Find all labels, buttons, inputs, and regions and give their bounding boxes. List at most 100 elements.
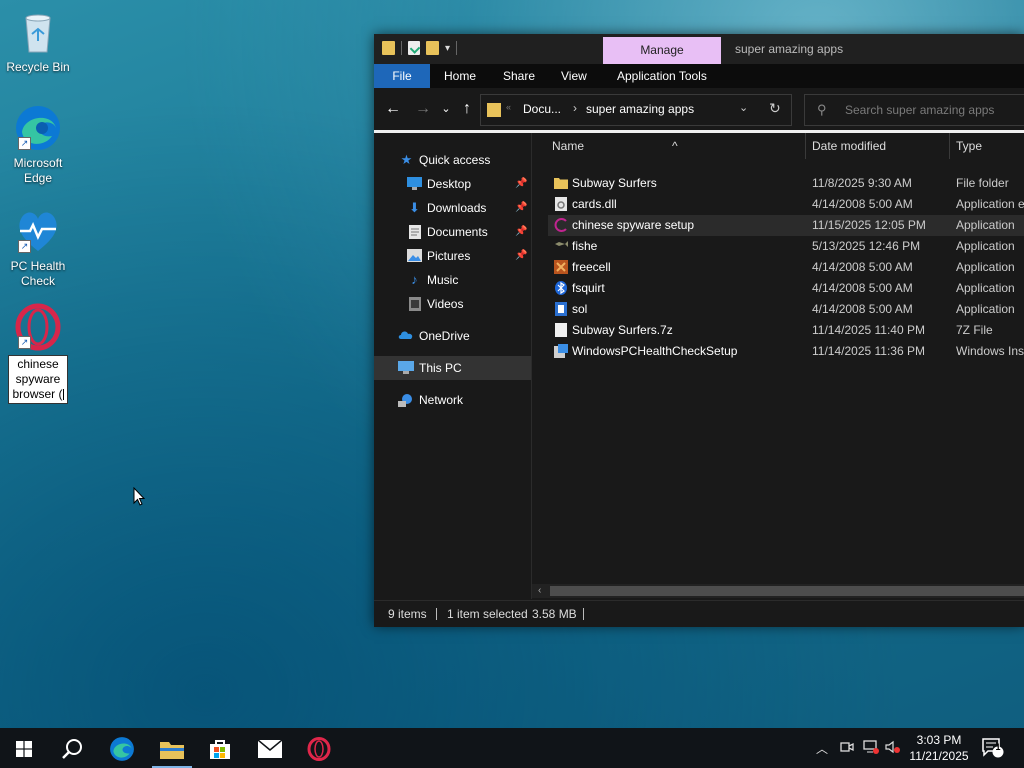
folder-icon	[382, 41, 395, 55]
title-bar: ▾ Manage super amazing apps	[374, 34, 1024, 64]
taskbar-mail[interactable]	[246, 728, 294, 768]
chevron-up-icon[interactable]: ︿	[816, 740, 828, 757]
scrollbar-thumb[interactable]	[550, 586, 1024, 596]
rename-textbox[interactable]: chinese spyware browser (	[8, 355, 68, 404]
folder-icon	[554, 176, 568, 191]
file-row[interactable]: freecell 4/14/2008 5:00 AM Application	[548, 257, 1024, 278]
file-row[interactable]: fishe 5/13/2025 12:46 PM Application	[548, 236, 1024, 257]
star-icon: ★	[400, 152, 413, 167]
file-type: Application	[956, 281, 1015, 295]
column-divider[interactable]	[949, 133, 950, 159]
nav-label: Quick access	[419, 153, 491, 167]
manage-contextual-tab[interactable]: Manage	[603, 37, 721, 64]
file-row[interactable]: Subway Surfers.7z 11/14/2025 11:40 PM 7Z…	[548, 320, 1024, 341]
mail-icon	[257, 739, 283, 758]
nav-downloads[interactable]: ⬇ Downloads 📌	[374, 196, 531, 220]
address-bar[interactable]: « Docu... › super amazing apps ⌄ ↻	[480, 94, 792, 126]
sort-ascending-icon: ^	[672, 139, 678, 153]
network-status-icon[interactable]	[863, 740, 879, 757]
taskbar-opera[interactable]	[295, 728, 343, 768]
column-date-modified[interactable]: Date modified	[812, 139, 886, 153]
taskbar-store[interactable]	[196, 728, 244, 768]
scroll-left-icon[interactable]: ‹	[538, 584, 541, 598]
system-clock[interactable]: 3:03 PM 11/21/2025	[904, 732, 974, 764]
selection-size: 3.58 MB	[532, 607, 577, 621]
file-type: Application e	[956, 197, 1024, 211]
pin-icon[interactable]: 📌	[515, 196, 527, 220]
nav-quick-access[interactable]: ★ Quick access	[374, 148, 531, 172]
breadcrumb-documents[interactable]: Docu...	[523, 102, 561, 116]
desktop-icon-pc-health-check[interactable]: ↗ PC Health Check	[4, 207, 72, 289]
pin-icon[interactable]: 📌	[515, 220, 527, 244]
customize-toolbar-icon[interactable]: ▾	[445, 43, 450, 54]
text-caret	[62, 389, 64, 401]
nav-pictures[interactable]: Pictures 📌	[374, 244, 531, 268]
recent-locations-chevron-icon[interactable]: ⌄	[435, 98, 457, 120]
tab-share[interactable]: Share	[503, 64, 535, 88]
desktop-icon	[407, 177, 422, 191]
file-row[interactable]: Subway Surfers 11/8/2025 9:30 AM File fo…	[548, 173, 1024, 194]
tab-file[interactable]: File	[374, 64, 430, 88]
pin-icon[interactable]: 📌	[515, 172, 527, 196]
file-type: Application	[956, 260, 1015, 274]
divider	[436, 608, 437, 620]
file-row[interactable]: cards.dll 4/14/2008 5:00 AM Application …	[548, 194, 1024, 215]
file-row-selected[interactable]: chinese spyware setup 11/15/2025 12:05 P…	[548, 215, 1024, 236]
action-center-button[interactable]: 1	[982, 738, 1004, 758]
file-date: 5/13/2025 12:46 PM	[812, 239, 921, 253]
opera-icon: ↗	[14, 303, 62, 351]
breadcrumb-current[interactable]: super amazing apps	[586, 102, 694, 116]
file-date: 11/14/2025 11:36 PM	[812, 344, 925, 358]
windows-logo-icon	[16, 740, 32, 757]
pictures-icon	[407, 249, 422, 263]
file-row[interactable]: WindowsPCHealthCheckSetup 11/14/2025 11:…	[548, 341, 1024, 362]
desktop-icon-edge[interactable]: ↗ Microsoft Edge	[4, 104, 72, 186]
desktop-icon-spyware-browser[interactable]: ↗ chinese spyware browser (	[4, 303, 72, 404]
properties-icon[interactable]	[408, 41, 420, 55]
breadcrumb-chevron-icon[interactable]: ›	[573, 101, 577, 115]
back-arrow-icon[interactable]: ←	[382, 98, 404, 120]
start-button[interactable]	[0, 728, 48, 768]
column-name[interactable]: Name	[552, 139, 584, 153]
nav-videos[interactable]: Videos	[374, 292, 531, 316]
notification-count: 1	[995, 742, 1001, 752]
tab-application-tools[interactable]: Application Tools	[617, 64, 707, 88]
address-dropdown-icon[interactable]: ⌄	[739, 101, 748, 114]
nav-label: Documents	[427, 225, 488, 239]
nav-network[interactable]: Network	[374, 388, 531, 412]
desktop-icon-recycle-bin[interactable]: Recycle Bin	[4, 8, 72, 75]
new-folder-icon[interactable]	[426, 41, 439, 55]
file-explorer-window: ▾ Manage super amazing apps File Home Sh…	[374, 34, 1024, 627]
search-box[interactable]: ⚲ Search super amazing apps	[804, 94, 1024, 126]
breadcrumb-overflow-icon[interactable]: «	[506, 102, 511, 112]
file-row[interactable]: sol 4/14/2008 5:00 AM Application	[548, 299, 1024, 320]
opera-setup-icon	[554, 218, 568, 233]
tab-view[interactable]: View	[561, 64, 587, 88]
file-date: 4/14/2008 5:00 AM	[812, 197, 913, 211]
refresh-icon[interactable]: ↻	[769, 100, 781, 117]
nav-this-pc[interactable]: This PC	[374, 356, 531, 380]
horizontal-scrollbar[interactable]: ‹	[532, 584, 1024, 598]
up-arrow-icon[interactable]: ↑	[456, 98, 478, 120]
volume-muted-icon[interactable]	[885, 740, 901, 757]
taskbar-file-explorer[interactable]	[148, 728, 196, 768]
forward-arrow-icon[interactable]: →	[412, 98, 434, 120]
file-type: Application	[956, 302, 1015, 316]
taskbar-edge[interactable]	[98, 728, 146, 768]
file-row[interactable]: fsquirt 4/14/2008 5:00 AM Application	[548, 278, 1024, 299]
store-icon	[210, 739, 230, 759]
tab-home[interactable]: Home	[444, 64, 476, 88]
meet-now-icon[interactable]	[840, 740, 854, 757]
nav-documents[interactable]: Documents 📌	[374, 220, 531, 244]
nav-music[interactable]: ♪ Music	[374, 268, 531, 292]
selection-count: 1 item selected	[447, 607, 528, 621]
pin-icon[interactable]: 📌	[515, 244, 527, 268]
nav-onedrive[interactable]: OneDrive	[374, 324, 531, 348]
file-date: 4/14/2008 5:00 AM	[812, 281, 913, 295]
nav-desktop[interactable]: Desktop 📌	[374, 172, 531, 196]
edge-icon	[110, 736, 134, 761]
file-date: 4/14/2008 5:00 AM	[812, 260, 913, 274]
column-divider[interactable]	[805, 133, 806, 159]
search-button[interactable]	[48, 728, 96, 768]
column-type[interactable]: Type	[956, 139, 982, 153]
